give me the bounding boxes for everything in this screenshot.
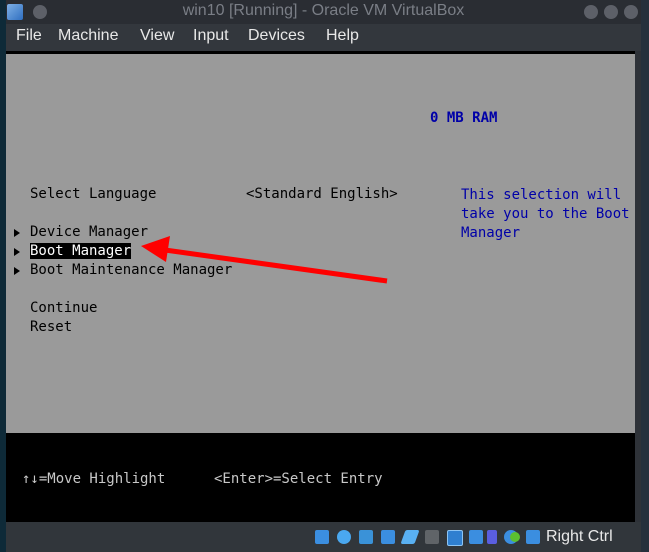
virtualbox-window: win10 [Running] - Oracle VM VirtualBox F…	[6, 0, 641, 552]
window-edge	[641, 0, 649, 552]
close-button[interactable]	[624, 5, 638, 19]
menu-devices[interactable]: Devices	[248, 27, 305, 45]
menu-machine[interactable]: Machine	[58, 27, 118, 45]
usb-icon[interactable]	[400, 530, 420, 544]
bios-screen[interactable]: 0 MB RAM Select Language <Standard Engli…	[6, 54, 635, 433]
host-key-label: Right Ctrl	[546, 528, 613, 545]
submenu-arrow-icon	[14, 248, 20, 256]
action-continue[interactable]: Continue	[30, 300, 97, 316]
move-highlight-hint: ↑↓=Move Highlight	[22, 471, 166, 487]
window-title: win10 [Running] - Oracle VM VirtualBox	[182, 2, 465, 19]
help-line: take you to the Boot	[461, 206, 630, 222]
language-value[interactable]: <Standard English>	[246, 186, 398, 202]
menu-input[interactable]: Input	[193, 27, 229, 45]
optical-disk-icon[interactable]	[337, 530, 351, 544]
help-panel: This selection will take you to the Boot M…	[461, 186, 630, 243]
submenu-arrow-icon	[14, 229, 20, 237]
title-bar: win10 [Running] - Oracle VM VirtualBox	[6, 0, 641, 24]
video-capture-icon[interactable]	[469, 530, 483, 544]
action-reset[interactable]: Reset	[30, 319, 72, 335]
audio-icon[interactable]	[359, 530, 373, 544]
minimize-button[interactable]	[584, 5, 598, 19]
keyboard-capture-icon[interactable]	[526, 530, 540, 544]
help-line: Manager	[461, 225, 521, 241]
shared-folders-icon[interactable]	[425, 530, 439, 544]
menu-file[interactable]: File	[16, 27, 42, 45]
vrde-icon[interactable]	[487, 530, 497, 544]
ram-info: 0 MB RAM	[430, 110, 498, 126]
menu-help[interactable]: Help	[326, 27, 359, 45]
status-bar: Right Ctrl	[6, 522, 641, 552]
bios-footer: ↑↓=Move Highlight <Enter>=Select Entry	[6, 433, 635, 522]
menu-device-manager[interactable]: Device Manager	[30, 224, 148, 240]
mouse-integration-icon[interactable]	[510, 532, 520, 542]
menu-boot-maintenance-manager[interactable]: Boot Maintenance Manager	[30, 262, 232, 278]
menu-boot-manager[interactable]: Boot Manager	[30, 243, 132, 259]
display-icon[interactable]	[447, 530, 463, 546]
menu-view[interactable]: View	[140, 27, 174, 45]
select-entry-hint: <Enter>=Select Entry	[214, 471, 383, 487]
submenu-arrow-icon	[14, 267, 20, 275]
network-icon[interactable]	[381, 530, 395, 544]
maximize-button[interactable]	[604, 5, 618, 19]
select-language-label: Select Language	[30, 186, 157, 202]
menu-bar: File Machine View Input Devices Help	[6, 24, 641, 51]
help-line: This selection will	[461, 187, 622, 203]
hard-disk-icon[interactable]	[315, 530, 329, 544]
